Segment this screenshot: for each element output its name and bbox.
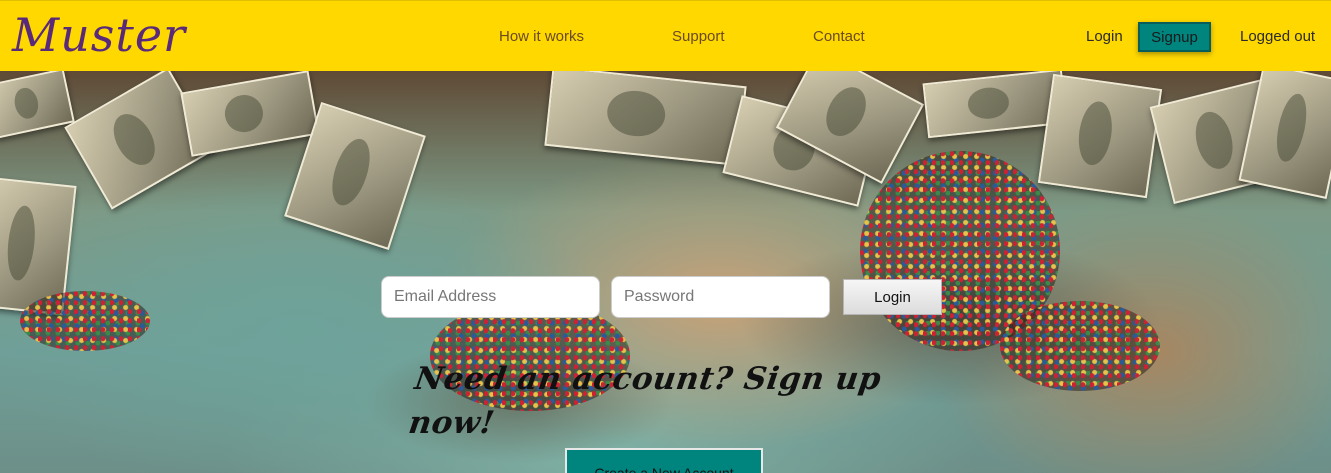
- nav-support[interactable]: Support: [672, 27, 725, 47]
- banknote-image: [0, 71, 75, 139]
- top-navbar: Muster How it works Support Contact Logi…: [0, 0, 1331, 71]
- beads-cluster: [1000, 301, 1160, 391]
- banknote-image: [1037, 73, 1163, 199]
- signup-tagline: Need an account? Sign up now!: [406, 361, 884, 441]
- nav-contact[interactable]: Contact: [813, 27, 865, 47]
- banknote-image: [180, 71, 320, 157]
- login-button[interactable]: Login: [843, 279, 942, 315]
- email-input[interactable]: [381, 276, 600, 318]
- password-input[interactable]: [611, 276, 830, 318]
- create-account-button[interactable]: Create a New Account: [565, 448, 763, 473]
- nav-login-link[interactable]: Login: [1086, 27, 1123, 47]
- signup-button[interactable]: Signup: [1138, 22, 1211, 52]
- muster-logo[interactable]: Muster: [12, 7, 186, 63]
- nav-how-it-works[interactable]: How it works: [499, 27, 584, 47]
- banknote-image: [544, 71, 747, 166]
- beads-cluster: [20, 291, 150, 351]
- login-status: Logged out: [1240, 28, 1316, 45]
- login-form: Login: [381, 276, 943, 318]
